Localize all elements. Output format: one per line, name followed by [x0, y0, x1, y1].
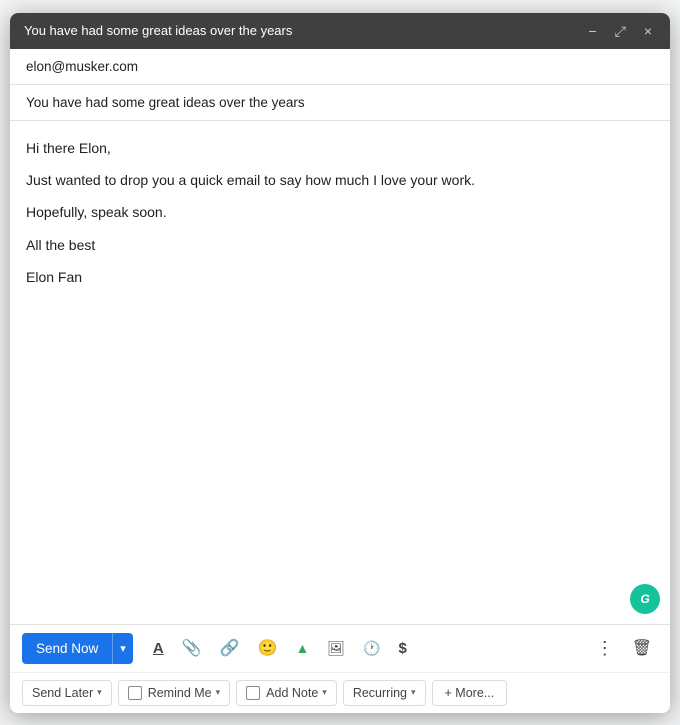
- email-body[interactable]: Hi there Elon, Just wanted to drop you a…: [10, 121, 670, 624]
- more-options-button[interactable]: ⋮: [590, 634, 620, 663]
- toolbar-secondary: Send Later ▾ Remind Me ▾ Add Note ▾ Recu…: [10, 673, 670, 713]
- compose-window: You have had some great ideas over the y…: [10, 13, 670, 713]
- grammarly-button[interactable]: G: [630, 584, 660, 614]
- send-later-dropdown-icon: ▾: [97, 687, 102, 698]
- remind-me-dropdown-icon: ▾: [216, 687, 221, 698]
- subject-field[interactable]: You have had some great ideas over the y…: [10, 85, 670, 120]
- link-icon: 🔗: [220, 638, 240, 658]
- recurring-dropdown-icon: ▾: [411, 687, 416, 698]
- recurring-button[interactable]: Recurring ▾: [343, 680, 426, 706]
- send-now-dropdown-button[interactable]: ▾: [112, 633, 133, 664]
- font-format-button[interactable]: A: [147, 636, 170, 661]
- add-note-button[interactable]: Add Note ▾: [236, 680, 337, 706]
- emoji-icon: 🙂: [258, 638, 278, 658]
- body-closing2: All the best: [26, 234, 654, 256]
- body-signature: Elon Fan: [26, 266, 654, 288]
- send-button-group: Send Now ▾: [22, 633, 133, 664]
- emoji-button[interactable]: 🙂: [252, 634, 284, 662]
- send-later-label: Send Later: [32, 686, 93, 700]
- email-fields: elon@musker.com You have had some great …: [10, 49, 670, 121]
- send-now-button[interactable]: Send Now: [22, 633, 112, 664]
- drive-icon: ▲: [295, 640, 309, 656]
- send-dropdown-arrow-icon: ▾: [120, 643, 126, 655]
- compose-container: Hi there Elon, Just wanted to drop you a…: [10, 121, 670, 624]
- dollar-icon: $: [399, 640, 407, 657]
- delete-draft-button[interactable]: 🗑: [626, 634, 658, 662]
- maximize-button[interactable]: ⤢: [611, 22, 630, 40]
- window-title: You have had some great ideas over the y…: [24, 23, 292, 38]
- close-button[interactable]: ×: [640, 22, 656, 40]
- body-main: Just wanted to drop you a quick email to…: [26, 169, 654, 191]
- delete-icon: 🗑: [632, 638, 652, 658]
- recurring-label: Recurring: [353, 686, 407, 700]
- schedule-button[interactable]: 🕐: [357, 636, 386, 661]
- drive-button[interactable]: ▲: [289, 636, 315, 660]
- image-icon: 🖼: [327, 640, 345, 657]
- grammarly-icon: G: [640, 592, 649, 606]
- remind-me-label: Remind Me: [148, 686, 212, 700]
- more-vert-icon: ⋮: [596, 638, 614, 659]
- to-address: elon@musker.com: [26, 59, 138, 74]
- window-controls: − ⤢ ×: [584, 22, 656, 40]
- send-later-button[interactable]: Send Later ▾: [22, 680, 112, 706]
- toolbar-main: Send Now ▾ A 📎 🔗 🙂 ▲ 🖼: [10, 625, 670, 673]
- minimize-button[interactable]: −: [584, 22, 600, 40]
- to-field[interactable]: elon@musker.com: [10, 49, 670, 85]
- add-note-label: Add Note: [266, 686, 318, 700]
- body-greeting: Hi there Elon,: [26, 137, 654, 159]
- remind-me-checkbox-icon: [128, 686, 142, 700]
- add-note-checkbox-icon: [246, 686, 260, 700]
- link-button[interactable]: 🔗: [214, 634, 246, 662]
- dollar-button[interactable]: $: [393, 636, 413, 661]
- remind-me-button[interactable]: Remind Me ▾: [118, 680, 230, 706]
- toolbar-area: Send Now ▾ A 📎 🔗 🙂 ▲ 🖼: [10, 624, 670, 713]
- clock-icon: 🕐: [363, 640, 380, 657]
- attachment-icon: 📎: [182, 638, 202, 658]
- font-icon: A: [153, 640, 164, 657]
- body-closing1: Hopefully, speak soon.: [26, 201, 654, 223]
- image-button[interactable]: 🖼: [321, 636, 351, 661]
- add-note-dropdown-icon: ▾: [322, 687, 327, 698]
- title-bar: You have had some great ideas over the y…: [10, 13, 670, 49]
- attachment-button[interactable]: 📎: [176, 634, 208, 662]
- subject-text: You have had some great ideas over the y…: [26, 95, 305, 110]
- more-features-button[interactable]: + More...: [432, 680, 508, 706]
